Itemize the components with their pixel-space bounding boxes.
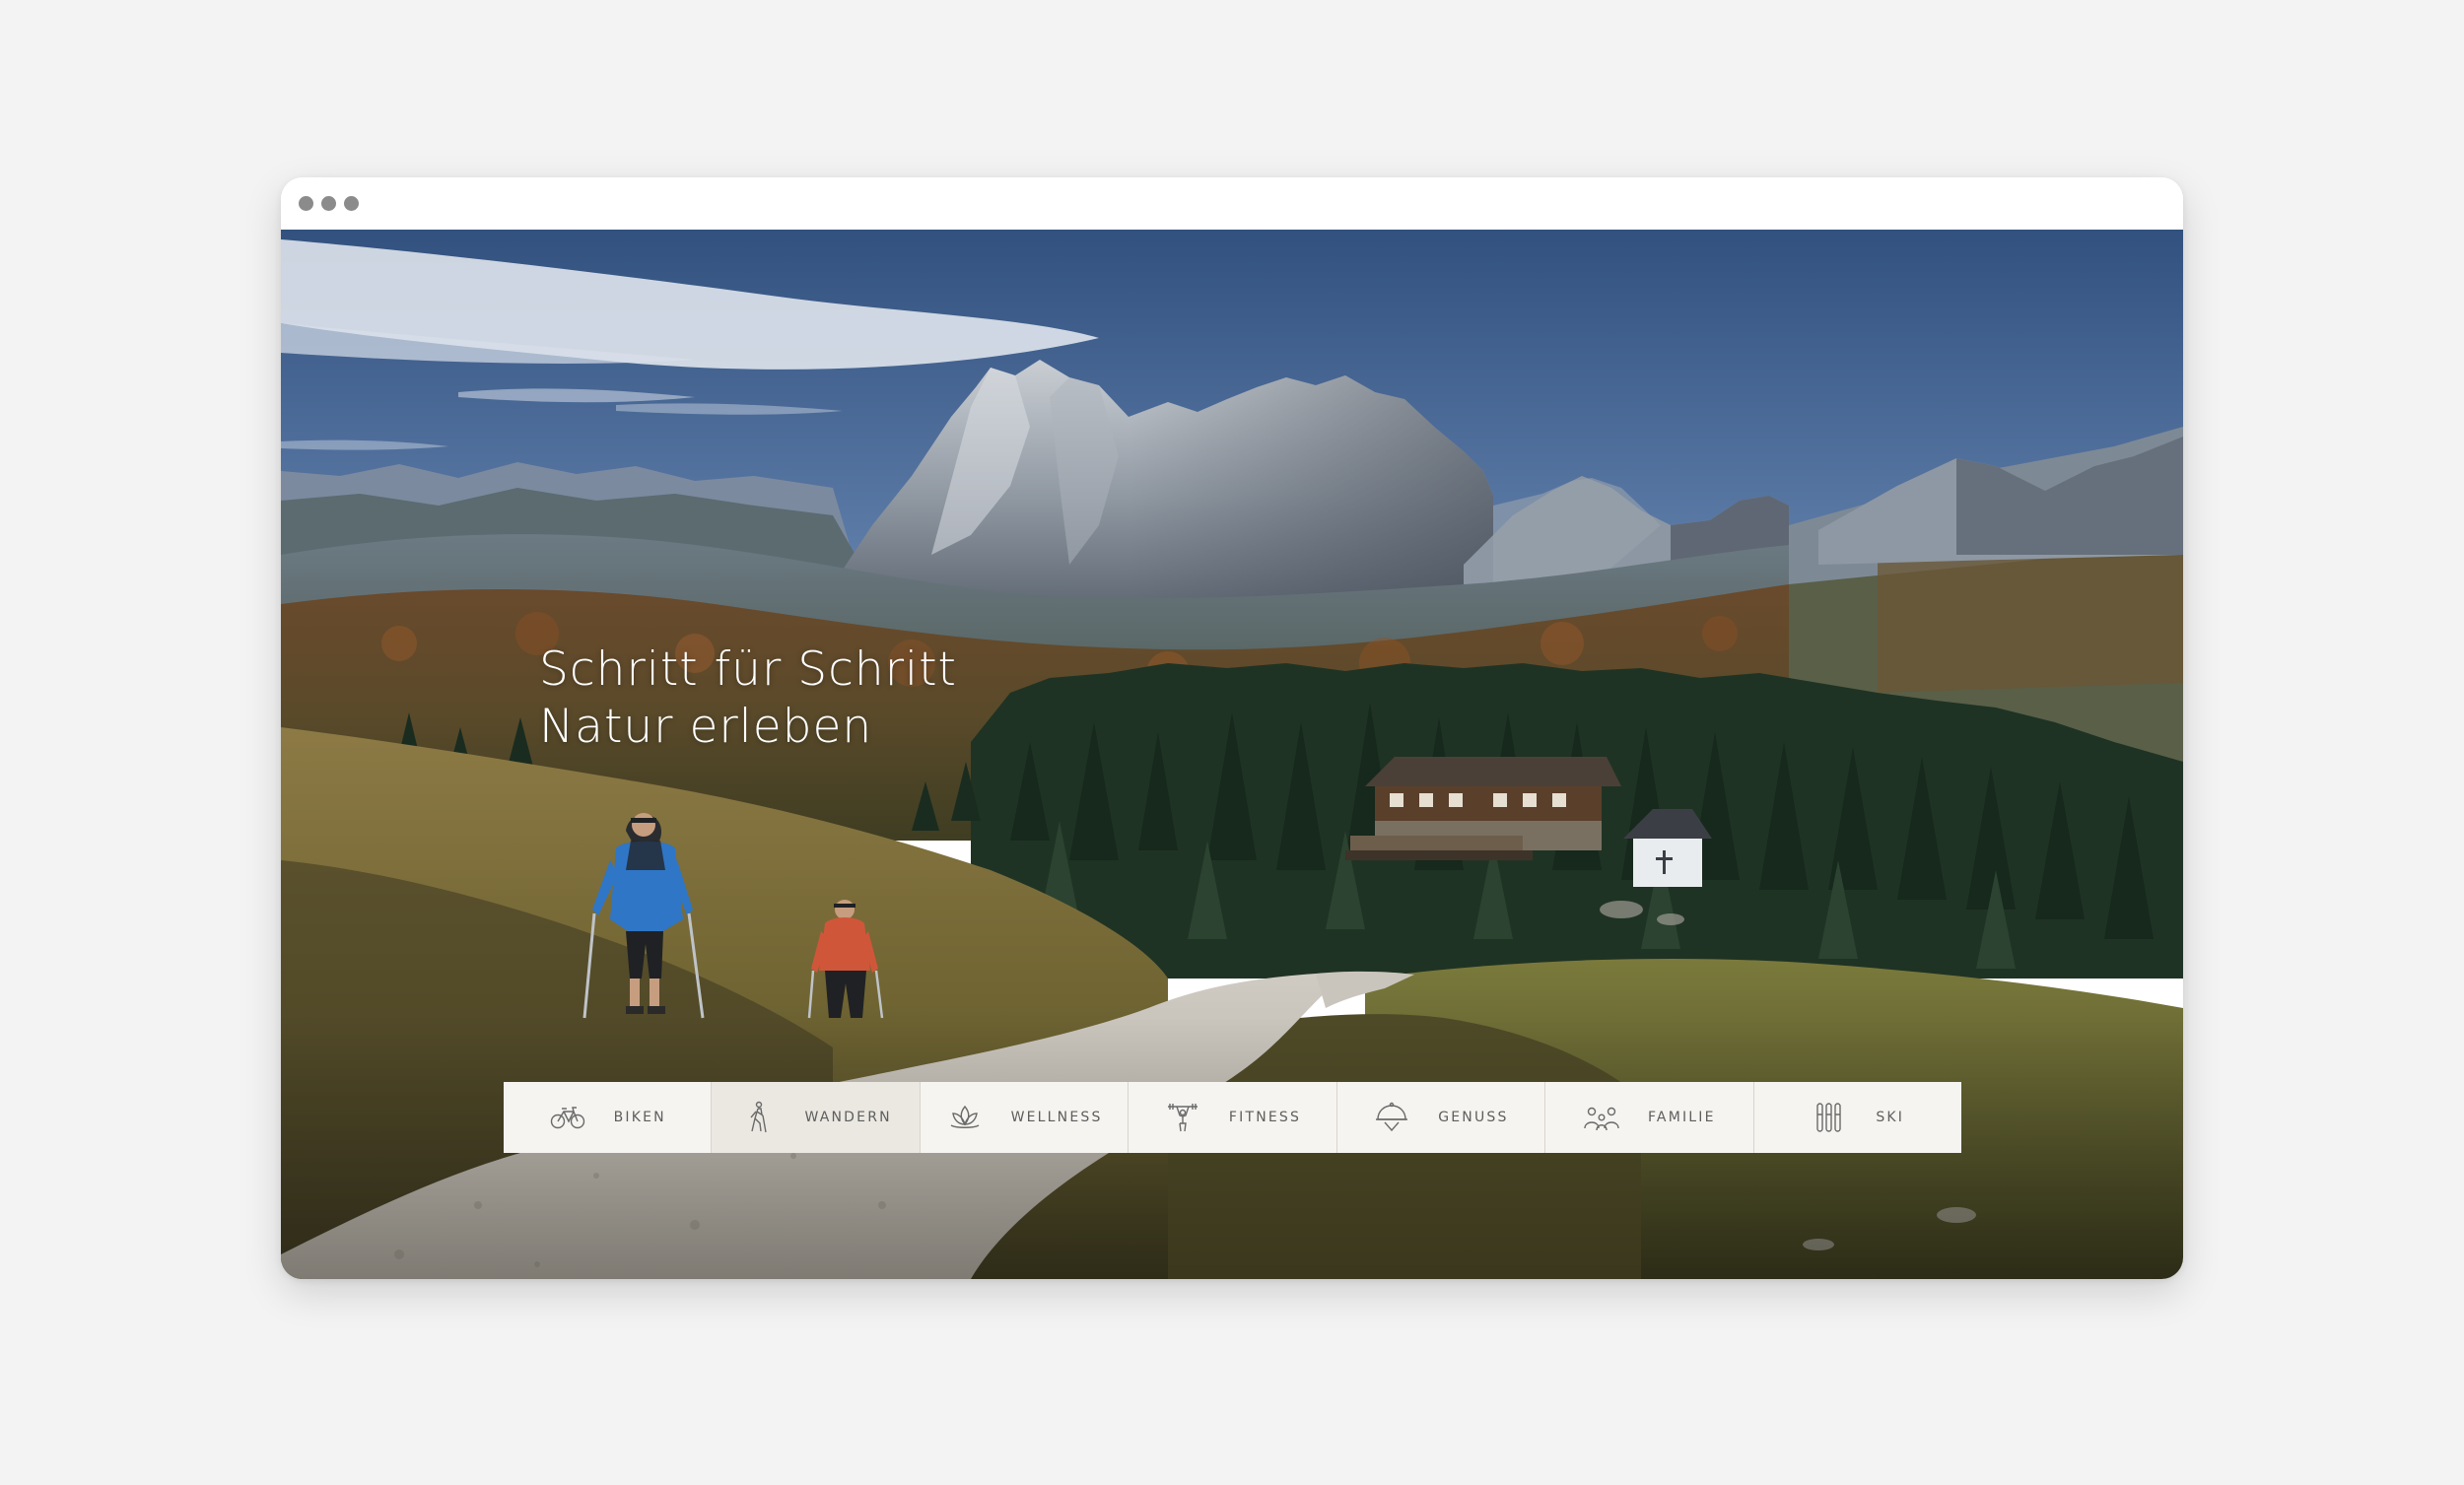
- window-dot-icon[interactable]: [321, 196, 336, 211]
- window-titlebar: [281, 177, 2183, 231]
- hero-headline-line2: Natur erleben: [539, 700, 873, 754]
- lotus-icon: [946, 1101, 984, 1134]
- family-icon: [1583, 1101, 1620, 1134]
- nav-item-label: BIKEN: [613, 1110, 666, 1125]
- window-dot-icon[interactable]: [299, 196, 313, 211]
- bicycle-icon: [549, 1101, 586, 1134]
- hero-section: Schritt für Schritt Natur erleben BIKEN: [281, 230, 2183, 1279]
- browser-window: Schritt für Schritt Natur erleben BIKEN: [281, 177, 2183, 1279]
- nav-item-label: WANDERN: [804, 1110, 892, 1125]
- activity-nav: BIKEN WANDERN WELLNESS FITNESS GENUSS FA…: [504, 1082, 1961, 1153]
- nav-item-wellness[interactable]: WELLNESS: [921, 1082, 1129, 1153]
- nav-item-familie[interactable]: FAMILIE: [1545, 1082, 1754, 1153]
- nav-item-ski[interactable]: SKI: [1754, 1082, 1961, 1153]
- skis-icon: [1811, 1101, 1848, 1134]
- nav-item-fitness[interactable]: FITNESS: [1129, 1082, 1337, 1153]
- nav-item-label: WELLNESS: [1010, 1110, 1103, 1125]
- window-dot-icon[interactable]: [344, 196, 359, 211]
- cloche-icon: [1373, 1101, 1410, 1134]
- nav-item-label: FAMILIE: [1647, 1110, 1716, 1125]
- nav-item-wandern[interactable]: WANDERN: [712, 1082, 921, 1153]
- nav-item-label: SKI: [1876, 1110, 1905, 1125]
- weightlifter-icon: [1164, 1101, 1201, 1134]
- nav-item-label: GENUSS: [1438, 1110, 1509, 1125]
- nav-item-label: FITNESS: [1228, 1110, 1302, 1125]
- hero-headline: Schritt für Schritt Natur erleben: [539, 641, 957, 756]
- nav-item-biken[interactable]: BIKEN: [504, 1082, 713, 1153]
- hiker-icon: [739, 1101, 777, 1134]
- nav-item-genuss[interactable]: GENUSS: [1337, 1082, 1546, 1153]
- hero-headline-line1: Schritt für Schritt: [539, 642, 957, 697]
